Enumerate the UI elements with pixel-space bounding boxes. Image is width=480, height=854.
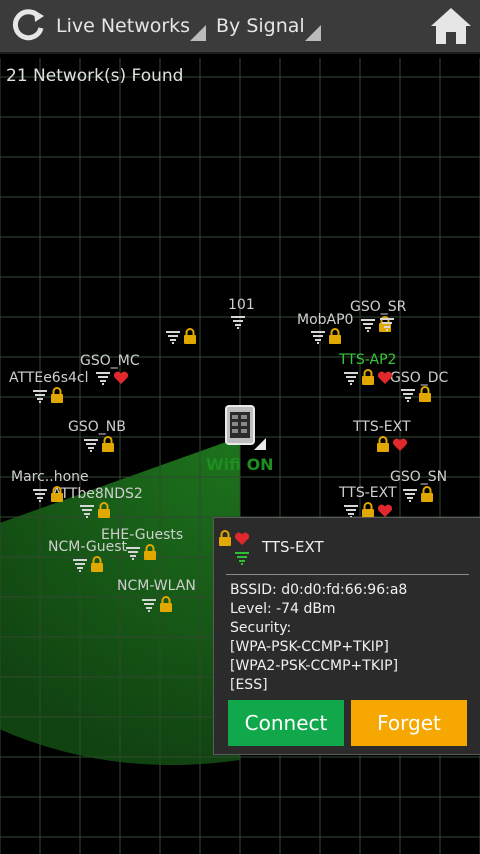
network-marker[interactable]: [400, 386, 432, 406]
lock-icon: [183, 328, 197, 348]
network-label[interactable]: ATTbe8NDS2: [52, 486, 143, 502]
wifi-signal-icon: [83, 437, 99, 456]
wifi-signal-icon: [230, 314, 246, 333]
network-details-popup: TTS-EXT BSSID: d0:d0:fd:66:96:a8 Level: …: [213, 517, 480, 755]
popup-security-line: [WPA2-PSK-CCMP+TKIP]: [230, 658, 399, 674]
top-bar: Live Networks By Signal: [0, 0, 480, 54]
popup-status-icons: [218, 530, 250, 550]
live-networks-dropdown[interactable]: Live Networks: [56, 0, 190, 52]
wifi-signal-icon: [234, 550, 250, 569]
network-label[interactable]: GSO_MC: [80, 353, 140, 369]
lock-icon: [50, 387, 64, 407]
popup-level: Level: -74 dBm: [230, 601, 336, 617]
network-label[interactable]: TTS-EXT: [339, 485, 397, 501]
wifi-signal-icon: [95, 370, 111, 389]
wifi-signal-icon: [402, 487, 418, 506]
device-icon: [225, 405, 266, 450]
heart-icon: [113, 370, 129, 389]
network-marker[interactable]: [230, 314, 246, 333]
popup-security-label: Security:: [230, 620, 292, 636]
network-label[interactable]: NCM-WLAN: [117, 578, 196, 594]
network-marker[interactable]: [83, 436, 115, 456]
popup-ssid: TTS-EXT: [262, 538, 324, 556]
wifi-signal-icon: [360, 317, 376, 336]
network-label[interactable]: MobAP0: [297, 312, 353, 328]
network-label[interactable]: ATTEe6s4cl: [9, 370, 89, 386]
network-label[interactable]: GSO_SR: [350, 299, 406, 315]
refresh-button[interactable]: [8, 0, 48, 52]
network-label[interactable]: TTS-AP2: [339, 352, 396, 368]
lock-icon: [101, 436, 115, 456]
network-marker[interactable]: [79, 502, 111, 522]
popup-security-line: [WPA-PSK-CCMP+TKIP]: [230, 639, 389, 655]
wifi-signal-icon: [72, 557, 88, 576]
heart-icon: [234, 531, 250, 550]
network-marker[interactable]: [310, 328, 342, 348]
wifi-signal-icon: [310, 329, 326, 348]
lock-icon: [361, 369, 375, 389]
home-icon: [431, 8, 471, 44]
wifi-signal-icon: [32, 487, 48, 506]
lock-icon: [218, 530, 232, 550]
network-marker[interactable]: [379, 316, 395, 335]
network-label[interactable]: NCM-Guest: [48, 539, 127, 555]
network-marker[interactable]: [125, 544, 157, 564]
network-marker[interactable]: [376, 436, 408, 456]
lock-icon: [418, 386, 432, 406]
network-label[interactable]: GSO_NB: [68, 419, 126, 435]
lock-icon: [159, 596, 173, 616]
network-marker[interactable]: [165, 328, 197, 348]
network-label[interactable]: GSO_DC: [390, 370, 448, 386]
popup-signal-icons: [234, 550, 250, 569]
home-button[interactable]: [430, 0, 472, 52]
network-marker[interactable]: [95, 370, 129, 389]
network-marker[interactable]: [141, 596, 173, 616]
network-count: 21 Network(s) Found: [6, 66, 184, 86]
lock-icon: [376, 436, 390, 456]
wifi-signal-icon: [165, 329, 181, 348]
network-marker[interactable]: [72, 556, 104, 576]
wifi-signal-icon: [141, 597, 157, 616]
connect-button[interactable]: Connect: [228, 700, 344, 746]
dropdown-triangle-icon: [305, 25, 321, 41]
refresh-icon: [12, 9, 44, 41]
network-label[interactable]: TTS-EXT: [353, 419, 411, 435]
sort-label: By Signal: [216, 15, 305, 37]
forget-button[interactable]: Forget: [351, 700, 467, 746]
wifi-signal-icon: [400, 387, 416, 406]
dropdown-triangle-icon: [190, 25, 206, 41]
wifi-signal-icon: [32, 388, 48, 407]
lock-icon: [143, 544, 157, 564]
network-label[interactable]: GSO_SN: [390, 469, 447, 485]
lock-icon: [90, 556, 104, 576]
network-marker[interactable]: [343, 369, 393, 389]
wifi-signal-icon: [79, 503, 95, 522]
network-marker[interactable]: [32, 486, 64, 506]
heart-icon: [377, 370, 393, 389]
popup-security-line: [ESS]: [230, 677, 268, 693]
sort-dropdown[interactable]: By Signal: [216, 0, 305, 52]
network-marker[interactable]: [402, 486, 434, 506]
wifi-signal-icon: [379, 316, 395, 335]
live-networks-label: Live Networks: [56, 15, 191, 37]
lock-icon: [97, 502, 111, 522]
lock-icon: [50, 486, 64, 506]
network-label[interactable]: 101: [228, 297, 255, 313]
popup-divider: [226, 574, 469, 575]
wifi-signal-icon: [125, 545, 141, 564]
popup-bssid: BSSID: d0:d0:fd:66:96:a8: [230, 582, 408, 598]
network-marker[interactable]: [32, 387, 64, 407]
lock-icon: [420, 486, 434, 506]
network-label[interactable]: Marc..hone: [11, 469, 89, 485]
lock-icon: [328, 328, 342, 348]
wifi-signal-icon: [343, 370, 359, 389]
heart-icon: [392, 437, 408, 456]
wifi-status-label: Wifi ON: [206, 455, 274, 474]
